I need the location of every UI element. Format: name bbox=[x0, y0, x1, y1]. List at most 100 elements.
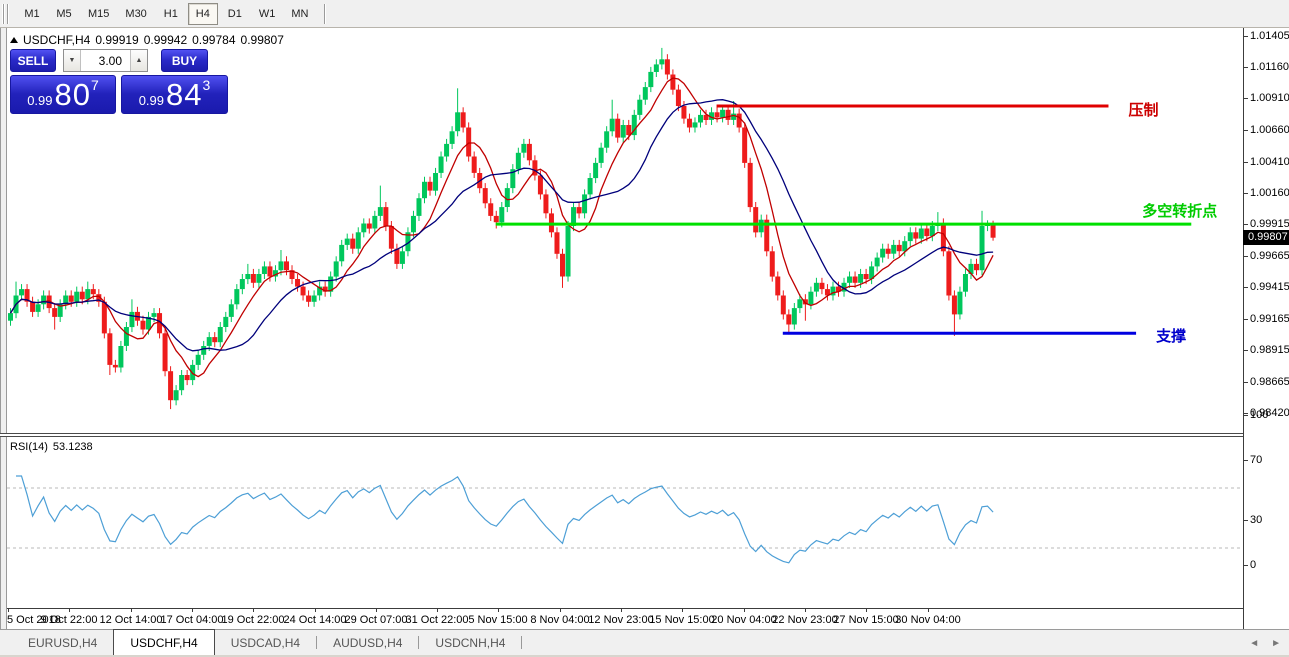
collapse-panel-icon[interactable] bbox=[10, 37, 18, 43]
price-tick-label: 1.00660 bbox=[1250, 124, 1289, 136]
date-tick-label: 24 Oct 14:00 bbox=[284, 614, 347, 626]
price-tick bbox=[1244, 162, 1248, 163]
timeframe-button-w1[interactable]: W1 bbox=[252, 3, 283, 25]
timeframe-button-m5[interactable]: M5 bbox=[49, 3, 79, 25]
timeframe-button-h4[interactable]: H4 bbox=[188, 3, 218, 25]
chart-window[interactable]: USDCHF,H4 0.99919 0.99942 0.99784 0.9980… bbox=[0, 28, 1289, 629]
price-tick bbox=[1244, 413, 1248, 414]
price-tick bbox=[1244, 130, 1248, 131]
date-tick-label: 22 Nov 23:00 bbox=[772, 614, 837, 626]
date-axis[interactable]: 5 Oct 20189 Oct 22:0012 Oct 14:0017 Oct … bbox=[7, 608, 1243, 629]
ohlc-close: 0.99807 bbox=[241, 33, 284, 47]
timeframe-button-h1[interactable]: H1 bbox=[156, 3, 186, 25]
sell-price-prefix: 0.99 bbox=[27, 92, 52, 110]
symbol-tab-audusd[interactable]: AUDUSD,H4 bbox=[317, 630, 418, 655]
timeframe-button-m15[interactable]: M15 bbox=[81, 3, 116, 25]
date-tick bbox=[621, 609, 622, 612]
sell-price-button[interactable]: 0.99 80 7 bbox=[10, 75, 116, 114]
symbol-tab-usdcnh[interactable]: USDCNH,H4 bbox=[419, 630, 521, 655]
rsi-tick bbox=[1244, 460, 1248, 461]
price-tick-label: 0.98915 bbox=[1250, 344, 1289, 356]
rsi-indicator-label: RSI(14) 53.1238 bbox=[10, 441, 93, 453]
pane-splitter[interactable] bbox=[0, 433, 1289, 437]
price-tick bbox=[1244, 350, 1248, 351]
buy-price-button[interactable]: 0.99 84 3 bbox=[121, 75, 228, 114]
date-tick-label: 12 Oct 14:00 bbox=[100, 614, 163, 626]
price-tick-label: 1.00410 bbox=[1250, 156, 1289, 168]
tab-scroll-arrows: ◄ ► bbox=[1249, 630, 1281, 656]
timeframe-button-d1[interactable]: D1 bbox=[220, 3, 250, 25]
symbol-tab-bar: EURUSD,H4USDCHF,H4USDCAD,H4AUDUSD,H4USDC… bbox=[0, 629, 1289, 655]
buy-price-prefix: 0.99 bbox=[139, 92, 164, 110]
window-left-frame bbox=[0, 28, 7, 629]
price-tick bbox=[1244, 319, 1248, 320]
symbol-tab-usdcad[interactable]: USDCAD,H4 bbox=[215, 630, 316, 655]
price-tick bbox=[1244, 256, 1248, 257]
ohlc-low: 0.99784 bbox=[192, 33, 235, 47]
date-tick-label: 5 Nov 15:00 bbox=[468, 614, 527, 626]
date-tick-label: 20 Nov 04:00 bbox=[711, 614, 776, 626]
pivot-line-label[interactable]: 多空转折点 bbox=[1142, 200, 1217, 221]
timeframe-button-mn[interactable]: MN bbox=[284, 3, 315, 25]
price-tick-label: 0.98665 bbox=[1250, 376, 1289, 388]
date-tick bbox=[253, 609, 254, 612]
tab-scroll-left-icon[interactable]: ◄ bbox=[1249, 638, 1259, 649]
sell-button[interactable]: SELL bbox=[10, 49, 56, 72]
tab-scroll-right-icon[interactable]: ► bbox=[1271, 638, 1281, 649]
volume-decrease-icon[interactable]: ▼ bbox=[64, 50, 81, 71]
date-tick bbox=[866, 609, 867, 612]
price-tick-label: 1.01405 bbox=[1250, 30, 1289, 42]
timeframe-button-m30[interactable]: M30 bbox=[118, 3, 153, 25]
chart-symbol-label: USDCHF,H4 bbox=[23, 33, 90, 47]
volume-input[interactable] bbox=[81, 50, 130, 71]
date-tick-label: 29 Oct 07:00 bbox=[345, 614, 408, 626]
rsi-tick bbox=[1244, 415, 1248, 416]
timeframe-toolbar: M1M5M15M30H1H4D1W1MN bbox=[0, 0, 1289, 28]
price-tick bbox=[1244, 382, 1248, 383]
toolbar-separator bbox=[324, 4, 326, 24]
symbol-tab-usdchf[interactable]: USDCHF,H4 bbox=[113, 629, 214, 655]
rsi-tick bbox=[1244, 520, 1248, 521]
date-tick bbox=[805, 609, 806, 612]
price-tick-label: 0.99915 bbox=[1250, 218, 1289, 230]
buy-price-pip: 3 bbox=[203, 78, 211, 92]
sell-price-pip: 7 bbox=[91, 78, 99, 92]
rsi-tick-label: 30 bbox=[1250, 514, 1262, 526]
price-tick bbox=[1244, 36, 1248, 37]
price-axis[interactable]: 1.014051.011601.009101.006601.004101.001… bbox=[1243, 28, 1289, 629]
volume-stepper: ▼ ▲ bbox=[63, 49, 148, 72]
price-tick-label: 0.99165 bbox=[1250, 313, 1289, 325]
date-tick bbox=[8, 609, 9, 612]
rsi-line bbox=[16, 476, 993, 563]
date-tick-label: 19 Oct 22:00 bbox=[222, 614, 285, 626]
ohlc-open: 0.99919 bbox=[95, 33, 138, 47]
timeframe-button-m1[interactable]: M1 bbox=[17, 3, 47, 25]
date-tick-label: 15 Nov 15:00 bbox=[649, 614, 714, 626]
date-tick-label: 8 Nov 04:00 bbox=[530, 614, 589, 626]
date-tick bbox=[682, 609, 683, 612]
date-tick-label: 12 Nov 23:00 bbox=[588, 614, 653, 626]
date-tick bbox=[376, 609, 377, 612]
date-tick-label: 31 Oct 22:00 bbox=[406, 614, 469, 626]
price-tick bbox=[1244, 287, 1248, 288]
date-tick bbox=[69, 609, 70, 612]
resistance-line-label[interactable]: 压制 bbox=[1128, 99, 1158, 120]
date-tick-label: 9 Oct 22:00 bbox=[41, 614, 98, 626]
price-tick bbox=[1244, 67, 1248, 68]
support-line-label[interactable]: 支撑 bbox=[1156, 325, 1186, 346]
toolbar-grip-handle[interactable] bbox=[2, 4, 10, 24]
buy-price-big: 84 bbox=[166, 80, 202, 110]
chart-title: USDCHF,H4 0.99919 0.99942 0.99784 0.9980… bbox=[10, 33, 284, 47]
date-tick bbox=[744, 609, 745, 612]
buy-button[interactable]: BUY bbox=[161, 49, 208, 72]
one-click-trading-panel: SELL ▼ ▲ BUY 0.99 80 7 0.99 84 3 bbox=[10, 49, 228, 114]
rsi-tick-label: 100 bbox=[1250, 409, 1268, 421]
price-tick bbox=[1244, 193, 1248, 194]
price-tick-label: 1.00910 bbox=[1250, 92, 1289, 104]
date-tick-label: 30 Nov 04:00 bbox=[895, 614, 960, 626]
symbol-tab-eurusd[interactable]: EURUSD,H4 bbox=[12, 630, 113, 655]
rsi-tick-label: 70 bbox=[1250, 454, 1262, 466]
rsi-indicator-canvas[interactable] bbox=[7, 437, 1243, 608]
price-tick-label: 1.00160 bbox=[1250, 187, 1289, 199]
volume-increase-icon[interactable]: ▲ bbox=[130, 50, 147, 71]
